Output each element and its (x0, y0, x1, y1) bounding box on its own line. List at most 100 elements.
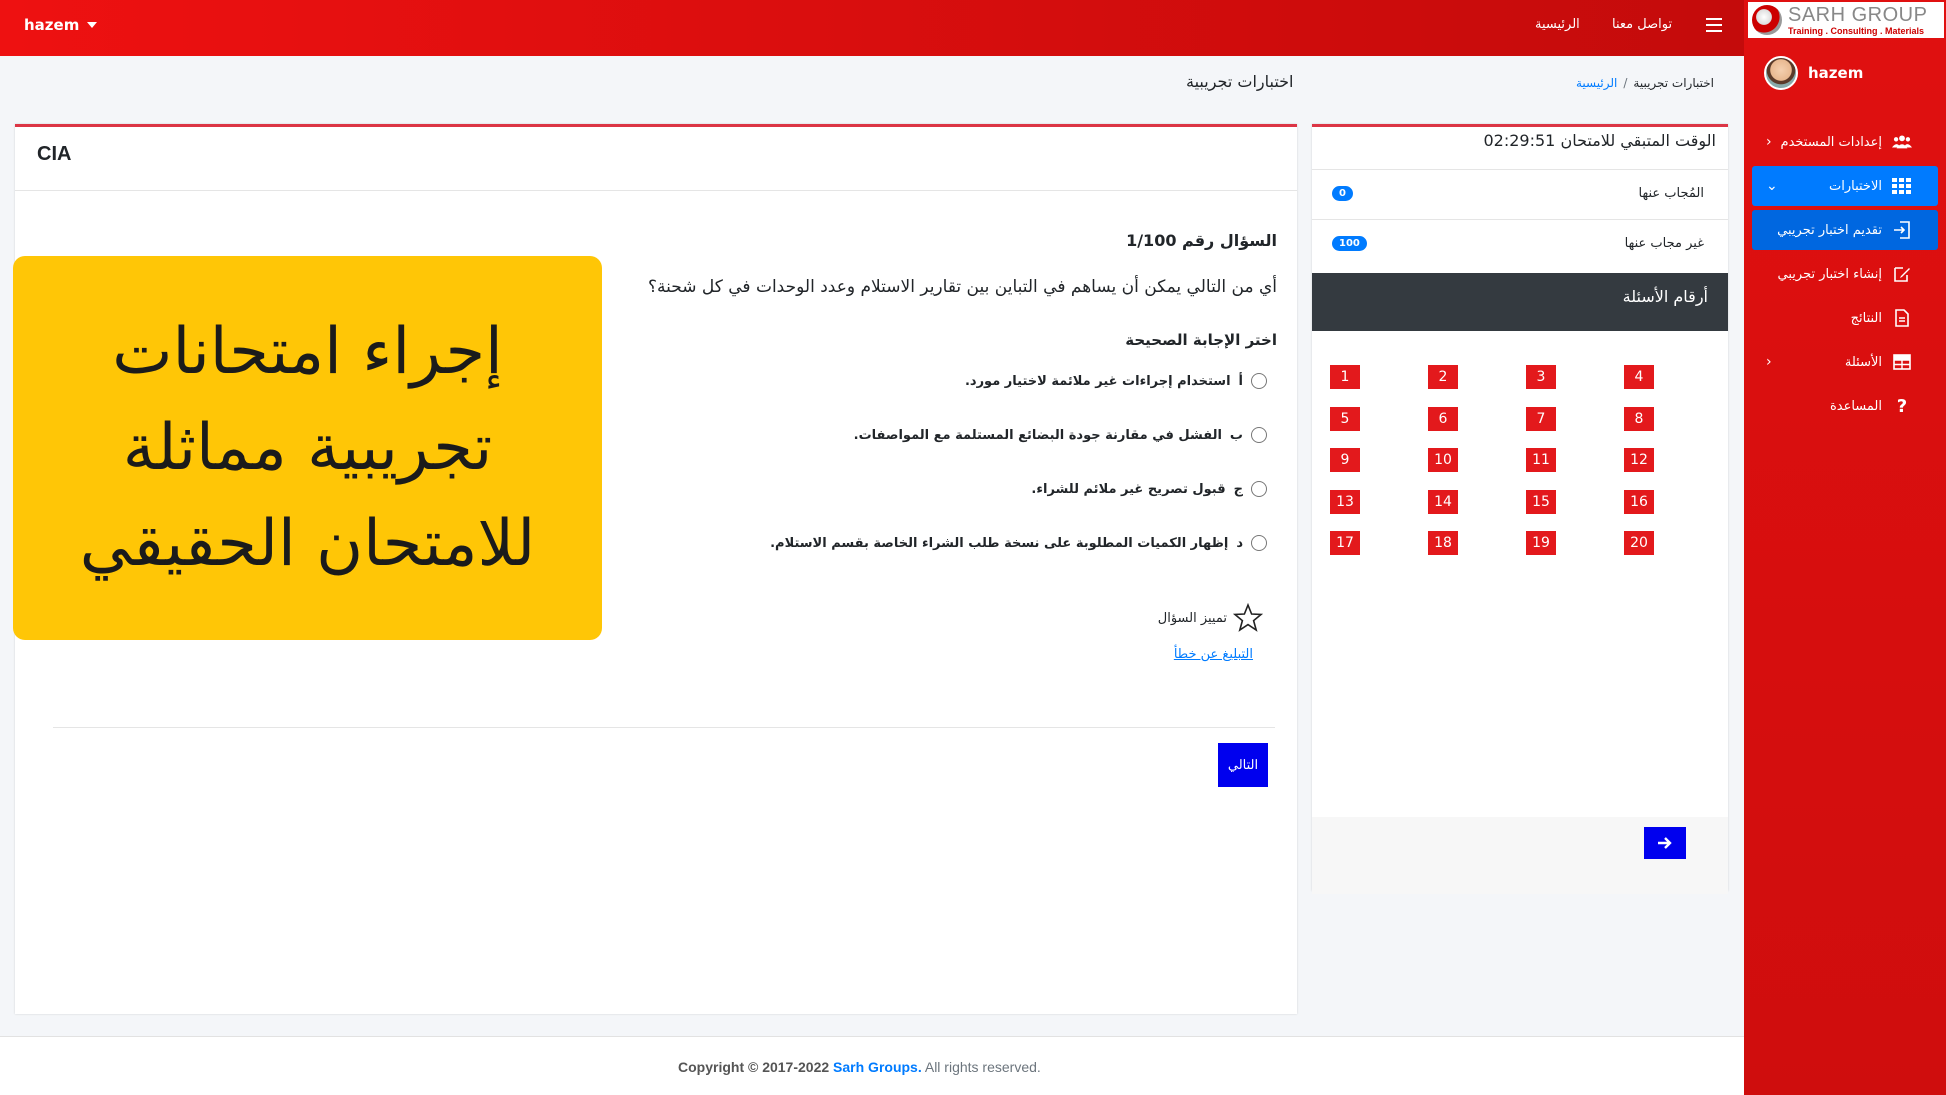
question-number-button[interactable]: 8 (1624, 406, 1654, 431)
option-text: استخدام إجراءات غير ملائمة لاختيار مورد. (964, 373, 1231, 389)
sidebar-item-exams[interactable]: الاختبارات ⌄ (1752, 166, 1938, 206)
question-number-button[interactable]: 13 (1330, 489, 1360, 514)
question-number-button[interactable]: 10 (1428, 448, 1458, 472)
brand-tagline: Training . Consulting . Materials (1788, 25, 1925, 36)
question-number-button[interactable]: 3 (1526, 365, 1556, 389)
question-icon: ? (1896, 395, 1908, 417)
sidebar-user-name: hazem (1808, 64, 1864, 82)
question-number-button[interactable]: 5 (1330, 406, 1360, 431)
sidebar-item-create-exam[interactable]: إنشاء اختبار تجريبي (1752, 254, 1938, 294)
radio-button[interactable] (1251, 427, 1267, 443)
exam-title: CIA (15, 127, 1297, 191)
question-numbers-header: أرقام الأسئلة (1312, 273, 1728, 331)
nav-contact-link[interactable]: تواصل معنا (1612, 17, 1672, 32)
footer-rights: All rights reserved. (924, 1059, 1041, 1075)
question-number-button[interactable]: 14 (1428, 489, 1458, 514)
brand-name: SARH GROUP (1788, 3, 1928, 26)
arrow-right-icon[interactable] (1644, 827, 1686, 859)
sign-in-icon (1892, 221, 1912, 239)
answered-label: المُجاب عنها (1638, 186, 1704, 201)
sidebar-item-label: المساعدة (1829, 398, 1882, 414)
page-title: اختبارات تجريبية (1186, 72, 1294, 91)
answer-option-a[interactable]: أ استخدام إجراءات غير ملائمة لاختيار مور… (965, 373, 1267, 389)
th-icon (1892, 177, 1912, 195)
copyright-years: Copyright © 2017-2022 (678, 1059, 830, 1075)
copyright-text: Copyright © 2017-2022 Sarh Groups. All r… (678, 1059, 1041, 1075)
star-icon[interactable] (1233, 603, 1263, 633)
choose-answer-label: اختر الإجابة الصحيحة (1125, 331, 1277, 349)
question-number-button[interactable]: 16 (1624, 489, 1654, 514)
sidebar-item-label: الاختبارات (1829, 178, 1882, 194)
sidebar-item-results[interactable]: النتائج (1752, 298, 1938, 338)
sidebar-item-questions[interactable]: الأسئلة ‹ (1752, 342, 1938, 382)
breadcrumb-home-link[interactable]: الرئيسية (1576, 76, 1617, 90)
sidebar-user[interactable]: hazem (1764, 56, 1863, 90)
option-text: إظهار الكميات المطلوبة على نسخة طلب الشر… (770, 535, 1229, 551)
sidebar-item-take-exam[interactable]: تقديم اختبار تجريبي (1752, 210, 1938, 250)
chevron-left-icon: ‹ (1766, 354, 1772, 370)
exam-status-card: الوقت المتبقي للامتحان 02:29:51 المُجاب … (1312, 124, 1728, 894)
chevron-down-icon: ⌄ (1766, 178, 1778, 194)
sidebar-item-user-settings[interactable]: إعدادات المستخدم ‹ (1752, 122, 1938, 162)
sidebar-item-label: الأسئلة (1844, 354, 1882, 370)
brand-logo[interactable]: SARH GROUP Training . Consulting . Mater… (1748, 2, 1944, 38)
option-text: قبول تصريح غير ملائم للشراء. (1031, 481, 1226, 497)
flag-question-label: تمييز السؤال (1157, 610, 1227, 626)
question-number-button[interactable]: 18 (1428, 531, 1458, 555)
breadcrumb: اختبارات تجريبية / الرئيسية (1576, 76, 1714, 90)
question-number-button[interactable]: 20 (1624, 531, 1654, 555)
question-number-button[interactable]: 19 (1526, 531, 1556, 555)
question-number-button[interactable]: 12 (1624, 448, 1654, 472)
avatar (1764, 56, 1798, 90)
unanswered-count-badge: 100 (1332, 236, 1367, 251)
sidebar-item-label: النتائج (1850, 310, 1882, 326)
edit-icon (1892, 265, 1912, 283)
sidebar-item-label: إنشاء اختبار تجريبي (1777, 266, 1882, 282)
file-icon (1892, 309, 1912, 327)
option-letter: أ (1238, 373, 1243, 389)
answer-option-b[interactable]: ب الفشل في مقارنة جودة البضائع المستلمة … (854, 427, 1267, 443)
question-number-button[interactable]: 11 (1526, 448, 1556, 472)
promo-banner: إجراء امتحانات تجريبية مماثلة للامتحان ا… (13, 256, 602, 640)
promo-text: إجراء امتحانات تجريبية مماثلة للامتحان ا… (79, 315, 536, 581)
question-number-button[interactable]: 2 (1428, 365, 1458, 389)
side-card-footer (1312, 817, 1728, 894)
option-letter: ج (1233, 481, 1243, 497)
user-name: hazem (24, 16, 80, 34)
top-navbar: hazem الرئيسية تواصل معنا (0, 0, 1744, 56)
page-footer: Copyright © 2017-2022 Sarh Groups. All r… (0, 1036, 1744, 1095)
table-icon (1892, 353, 1912, 371)
nav-home-link[interactable]: الرئيسية (1535, 17, 1580, 32)
radio-button[interactable] (1251, 373, 1267, 389)
chevron-left-icon: ‹ (1766, 134, 1772, 150)
answered-row: المُجاب عنها 0 (1312, 169, 1728, 217)
flag-question-toggle[interactable]: تمييز السؤال (1158, 603, 1263, 633)
radio-button[interactable] (1251, 481, 1267, 497)
footer-brand-link[interactable]: Sarh Groups. (833, 1059, 922, 1075)
option-letter: د (1236, 535, 1243, 551)
question-number-button[interactable]: 15 (1526, 489, 1556, 514)
breadcrumb-current: اختبارات تجريبية (1633, 76, 1715, 90)
answer-option-d[interactable]: د إظهار الكميات المطلوبة على نسخة طلب ال… (770, 535, 1267, 551)
question-number: السؤال رقم 1/100 (1126, 231, 1277, 250)
hamburger-menu-icon[interactable] (1706, 18, 1722, 32)
question-number-button[interactable]: 4 (1624, 365, 1654, 389)
caret-down-icon (87, 22, 98, 28)
next-button[interactable]: التالي (1218, 743, 1268, 787)
question-number-button[interactable]: 9 (1330, 448, 1360, 472)
sidebar-item-label: تقديم اختبار تجريبي (1777, 222, 1882, 238)
radio-button[interactable] (1251, 535, 1267, 551)
question-number-button[interactable]: 6 (1428, 406, 1458, 431)
divider (53, 727, 1275, 728)
question-number-button[interactable]: 1 (1330, 365, 1360, 389)
question-number-button[interactable]: 7 (1526, 406, 1556, 431)
users-icon (1892, 133, 1912, 151)
breadcrumb-separator: / (1623, 76, 1628, 90)
user-dropdown[interactable]: hazem (24, 16, 98, 34)
remaining-time: الوقت المتبقي للامتحان 02:29:51 (1483, 131, 1717, 150)
option-letter: ب (1229, 427, 1243, 443)
answer-option-c[interactable]: ج قبول تصريح غير ملائم للشراء. (1031, 481, 1267, 497)
sidebar-item-help[interactable]: ? المساعدة (1752, 386, 1938, 426)
report-error-link[interactable]: التبليغ عن خطأ (1174, 647, 1253, 662)
question-number-button[interactable]: 17 (1330, 531, 1360, 555)
